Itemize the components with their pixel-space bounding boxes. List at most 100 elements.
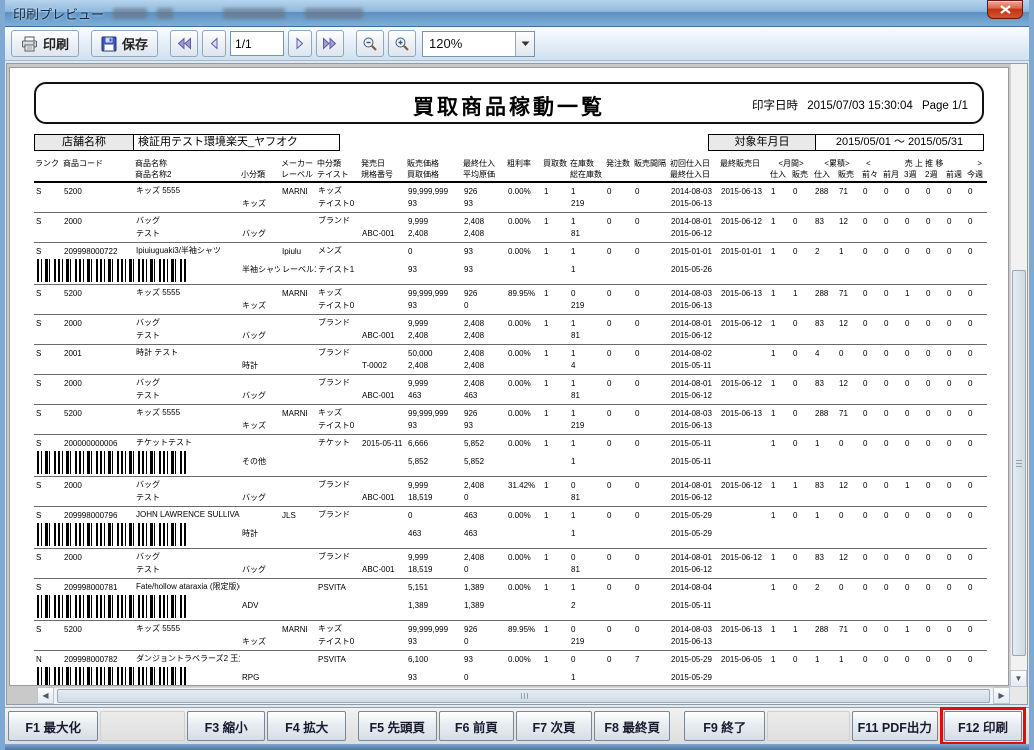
cell-release-date: [360, 548, 406, 562]
fn-button-f9[interactable]: F9 終了: [684, 711, 765, 741]
header-0-line2: [34, 169, 62, 182]
cell-blank: [769, 196, 791, 212]
cell-week-5: 0: [966, 548, 987, 562]
save-button[interactable]: 保存: [91, 30, 158, 57]
cell-blank: [837, 196, 861, 212]
cell-mid-category: ブランド: [316, 374, 360, 388]
fn-button-f8[interactable]: F8 最終頁: [594, 711, 671, 741]
titlebar[interactable]: 印刷プレビュー: [5, 0, 1029, 27]
header-6-line1: 発売日: [360, 158, 406, 169]
close-icon: [1000, 5, 1011, 14]
fn-button-f6[interactable]: F6 前頁: [439, 711, 515, 741]
cell-week-3: 0: [924, 242, 945, 256]
cell-total-stock: 219: [569, 196, 605, 212]
cell-order-qty: 0: [605, 620, 633, 634]
cell-cumulative-buy: 4: [813, 344, 837, 358]
cell-blank: [719, 562, 769, 578]
cell-buy-qty: 1: [542, 242, 569, 256]
horizontal-scrollbar-thumb[interactable]: [57, 689, 990, 703]
prev-page-button[interactable]: [202, 30, 226, 57]
cell-subcat-blank: [240, 182, 280, 196]
cell-blank: [882, 226, 903, 242]
fn-button-f1[interactable]: F1 最大化: [8, 711, 98, 741]
cell-blank: [506, 634, 542, 650]
print-preview-window: 印刷プレビュー 印刷 保存: [0, 0, 1034, 750]
cell-first-buy-date: 2014-08-01: [669, 476, 719, 490]
fn-button-f4[interactable]: F4 拡大: [267, 711, 346, 741]
cell-blank: [924, 196, 945, 212]
cell-week-4: 0: [945, 650, 966, 664]
cell-blank: [861, 328, 882, 344]
last-page-button[interactable]: [316, 30, 344, 57]
fn-button-f12[interactable]: F12 印刷: [944, 711, 1022, 741]
cell-blank: [882, 592, 903, 620]
cell-monthly-buy: 1: [769, 650, 791, 664]
fn-button-f5[interactable]: F5 先頭頁: [358, 711, 437, 741]
cell-cumulative-sell: 0: [837, 344, 861, 358]
cell-blank: [542, 490, 569, 506]
cell-subcat-blank: [240, 212, 280, 226]
cell-monthly-buy: 1: [769, 548, 791, 562]
table-row-line2: 時計T-00022,4082,40842015-05-11: [34, 358, 987, 374]
first-page-button[interactable]: [170, 30, 198, 57]
cell-release-date: [360, 344, 406, 358]
cell-code-blank: [62, 562, 134, 578]
close-button[interactable]: [987, 0, 1023, 19]
fn-button-f3[interactable]: F3 縮小: [187, 711, 266, 741]
cell-blank: [633, 358, 669, 374]
table-row-line2: テストバッグABC-00118,5190812015-06-12: [34, 490, 987, 506]
fn-button-f7[interactable]: F7 次頁: [516, 711, 592, 741]
horizontal-scrollbar[interactable]: [37, 687, 1010, 704]
cell-monthly-sell: 0: [791, 182, 813, 196]
cell-maker: [280, 434, 316, 448]
vertical-scrollbar-thumb[interactable]: [1012, 270, 1026, 656]
header-9-line1: 粗利率: [506, 158, 542, 169]
cell-blank: [903, 520, 924, 548]
cell-rank-blank: [34, 196, 62, 212]
cell-blank: [506, 592, 542, 620]
cell-week-5: 0: [966, 650, 987, 664]
zoom-out-button[interactable]: [356, 30, 384, 57]
zoom-in-button[interactable]: [388, 30, 416, 57]
cell-blank: [813, 328, 837, 344]
cell-avg-cost: 2,408: [462, 358, 506, 374]
cell-blank: [605, 448, 633, 476]
cell-blank: [837, 592, 861, 620]
page-number-input[interactable]: [230, 31, 284, 56]
cell-release-date: [360, 476, 406, 490]
cell-product-name: チケットテスト: [134, 434, 240, 448]
fn-button-f11[interactable]: F11 PDF出力: [852, 711, 938, 741]
cell-buy-price: 2,408: [406, 358, 462, 374]
cell-blank: [813, 634, 837, 650]
cell-product-code: 209998000782: [62, 650, 134, 664]
table-row: S209998000796JOHN LAWRENCE SULLIVAN/時計JL…: [34, 506, 987, 520]
cell-buy-qty: 1: [542, 476, 569, 490]
cell-release-date: [360, 182, 406, 196]
scroll-right-button[interactable]: ▶: [993, 687, 1010, 704]
cell-cumulative-buy: 2: [813, 242, 837, 256]
cell-week-2: 0: [903, 650, 924, 664]
cell-mid-category: キッズ: [316, 182, 360, 196]
cell-last-sale-date: 2015-06-12: [719, 548, 769, 562]
cell-sub-category: キッズ: [240, 196, 280, 212]
zoom-combo-arrow[interactable]: [515, 32, 534, 56]
cell-product-name: JOHN LAWRENCE SULLIVAN/時計: [134, 506, 240, 520]
next-page-button[interactable]: [288, 30, 312, 57]
scroll-down-button[interactable]: ▼: [1010, 670, 1027, 687]
cell-sales-interval: 0: [633, 548, 669, 562]
cell-monthly-sell: 0: [791, 578, 813, 592]
vertical-scrollbar[interactable]: [1010, 64, 1027, 687]
fn-empty-slot: [100, 711, 184, 741]
cell-sell-price: 9,999: [406, 476, 462, 490]
fn-empty-slot: [767, 711, 850, 741]
cell-rank: S: [34, 620, 62, 634]
zoom-level-combo[interactable]: 120%: [422, 31, 535, 57]
cell-week-1: 0: [882, 242, 903, 256]
cell-blank: [924, 592, 945, 620]
scroll-left-button[interactable]: ◀: [37, 687, 54, 704]
table-row: S2000バッグブランド9,9992,4080.00%11002014-08-0…: [34, 374, 987, 388]
barcode: [37, 451, 187, 474]
cell-first-buy-date: 2014-08-01: [669, 374, 719, 388]
cell-blank: [791, 328, 813, 344]
print-button[interactable]: 印刷: [11, 30, 79, 57]
